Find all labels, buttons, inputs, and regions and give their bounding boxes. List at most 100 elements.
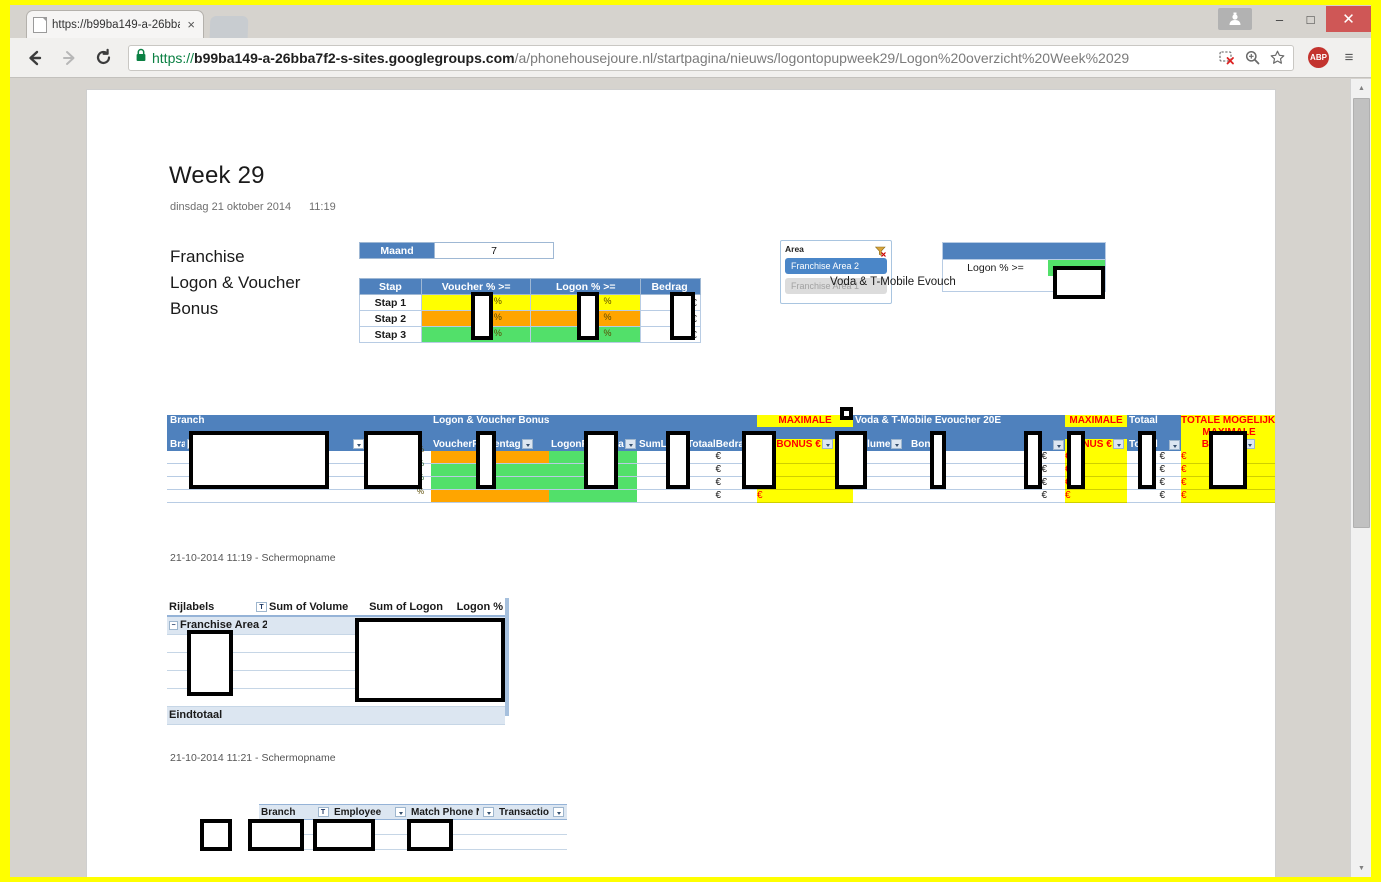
bottom-branch-filter-cell[interactable]: T <box>314 804 332 820</box>
percent-sign: % <box>603 328 612 338</box>
table-row: € € € € € € <box>167 476 1275 490</box>
redaction-box <box>666 431 690 489</box>
pivot-total-row: Eindtotaal <box>167 705 505 725</box>
page-scrollbar[interactable]: ▲ ▼ <box>1350 79 1371 877</box>
cell-branch <box>167 476 185 490</box>
new-tab-button[interactable] <box>209 16 249 38</box>
filter-dropdown-icon[interactable] <box>1112 439 1124 450</box>
redaction-box <box>835 431 867 489</box>
redaction-box <box>1053 266 1105 299</box>
slicer-item-franchise-area-2[interactable]: Franchise Area 2 <box>785 258 887 274</box>
stap-label: Stap 3 <box>359 326 422 343</box>
bottom-cell-transaction <box>497 819 549 835</box>
scrollbar-thumb[interactable] <box>1353 98 1370 528</box>
table-row: € € € € € € <box>167 489 1275 503</box>
browser-tab[interactable]: https://b99ba149-a-26bba × <box>26 10 204 38</box>
col-branch[interactable]: Branch <box>167 439 185 451</box>
filter-dropdown-icon[interactable] <box>552 806 564 817</box>
filter-icon[interactable]: T <box>317 806 329 817</box>
close-button[interactable]: ✕ <box>1326 6 1371 32</box>
url-path: /a/phonehousejoure.nl/startpagina/nieuws… <box>514 49 1130 66</box>
web-page: Week 29 dinsdag 21 oktober 2014 11:19 Fr… <box>86 89 1276 877</box>
filter-dropdown-icon[interactable] <box>821 439 833 450</box>
tab-title: https://b99ba149-a-26bba <box>52 18 181 31</box>
pivot-filter-icon-cell[interactable]: T <box>253 598 267 617</box>
page-viewport: Week 29 dinsdag 21 oktober 2014 11:19 Fr… <box>10 79 1371 877</box>
stap-col-header: Stap <box>359 278 422 295</box>
table-row: Stap 1 % % € <box>359 294 701 311</box>
minimize-button[interactable]: – <box>1264 6 1295 32</box>
cell-sumlogon <box>637 489 685 503</box>
percent-sign: % <box>493 328 502 338</box>
reload-icon[interactable] <box>88 43 118 73</box>
document-date: dinsdag 21 oktober 2014 <box>170 201 292 213</box>
group-totaal: Totaal <box>1127 415 1182 427</box>
tab-strip: https://b99ba149-a-26bba × – □ ✕ <box>10 5 1371 38</box>
group-voda-tmobile: Voda & T-Mobile Evoucher 20E <box>853 415 1066 427</box>
pivot-total-label: Eindtotaal <box>167 705 267 725</box>
redaction-box <box>1209 431 1247 489</box>
voda-caption: Voda & T-Mobile Evouch <box>830 276 956 288</box>
percent-sign: % <box>603 296 612 306</box>
pivot-total-volume <box>267 705 357 725</box>
grid-table: Branch Logon & Voucher Bonus MAXIMALE Vo… <box>167 415 1275 503</box>
blocked-content-icon[interactable] <box>1217 48 1237 68</box>
bottom-col-branch[interactable]: Branch <box>259 804 314 820</box>
pivot-header-row: Rijlabels T Sum of Volume Sum of Logon L… <box>167 598 505 617</box>
pivot-total-pct <box>445 705 505 725</box>
filter-dropdown-icon[interactable] <box>891 439 903 450</box>
cell-bonus-euro: € <box>757 489 854 503</box>
collapse-icon[interactable]: − <box>169 620 178 630</box>
filter-dropdown-icon[interactable] <box>624 439 636 450</box>
pivot-col-rijlabels[interactable]: Rijlabels <box>167 598 253 617</box>
bookmark-star-icon[interactable] <box>1267 48 1287 68</box>
scroll-up-icon[interactable]: ▲ <box>1351 79 1371 97</box>
back-icon[interactable] <box>20 43 50 73</box>
cell-totaalbedrag: € <box>685 489 758 503</box>
filter-dropdown-icon[interactable] <box>353 439 364 450</box>
bottom-matchphone-filter-cell[interactable] <box>479 804 497 820</box>
clear-filter-icon[interactable] <box>874 244 886 262</box>
bottom-col-employee[interactable]: Employee <box>332 804 391 820</box>
cell-totaal: € <box>1127 489 1182 503</box>
adblock-plus-icon[interactable]: ABP <box>1308 47 1329 68</box>
maand-value: 7 <box>434 243 553 258</box>
cell-branch <box>167 489 185 503</box>
redaction-box <box>476 431 496 489</box>
filter-dropdown-icon[interactable] <box>1053 440 1065 450</box>
user-profile-icon[interactable] <box>1218 8 1252 30</box>
table-row: € € € € € € <box>167 451 1275 464</box>
col-totaalbedrag-label: TotaalBedra <box>687 439 745 450</box>
pivot-col-sum-logon: Sum of Logon <box>357 598 445 617</box>
bottom-cell-spacer <box>549 834 567 850</box>
person-icon <box>1229 12 1241 25</box>
filter-dropdown-icon[interactable] <box>482 806 494 817</box>
filter-icon[interactable]: T <box>256 601 267 612</box>
page-favicon-icon <box>33 16 47 33</box>
filter-dropdown-icon[interactable] <box>1169 440 1181 450</box>
pivot-col-logon-pct: Logon % <box>445 598 505 617</box>
group-maximale: MAXIMALE <box>757 415 854 427</box>
area-slicer[interactable]: Area Franchise Area 2 Franchise Area 1 <box>780 240 892 304</box>
bottom-employee-filter-cell[interactable] <box>391 804 409 820</box>
filter-dropdown-icon[interactable] <box>394 806 406 817</box>
chrome-menu-icon[interactable]: ≡ <box>1337 45 1361 71</box>
cell-bonus2: € <box>1181 489 1275 503</box>
browser-window: https://b99ba149-a-26bba × – □ ✕ https:/… <box>10 5 1371 877</box>
address-bar[interactable]: https://b99ba149-a-26bba7f2-s-sites.goog… <box>128 44 1294 71</box>
cell-voucherpct <box>431 489 549 503</box>
bottom-col-transaction[interactable]: Transaction <box>497 804 549 820</box>
maximize-button[interactable]: □ <box>1295 6 1326 32</box>
bottom-transaction-filter-cell[interactable] <box>549 804 567 820</box>
filter-dropdown-icon[interactable] <box>521 439 533 450</box>
redaction-box <box>1067 431 1085 489</box>
cell-bonus-euro-2: € <box>1065 489 1128 503</box>
tab-close-icon[interactable]: × <box>185 18 197 31</box>
bottom-col-matchphone[interactable]: Match Phone Nu <box>409 804 479 820</box>
heading-line-2: Logon & Voucher <box>170 273 301 292</box>
redaction-box <box>670 292 695 340</box>
pivot-group-volume <box>267 616 357 635</box>
forward-icon[interactable] <box>54 43 84 73</box>
zoom-icon[interactable] <box>1242 48 1262 68</box>
scroll-down-icon[interactable]: ▼ <box>1351 859 1371 877</box>
